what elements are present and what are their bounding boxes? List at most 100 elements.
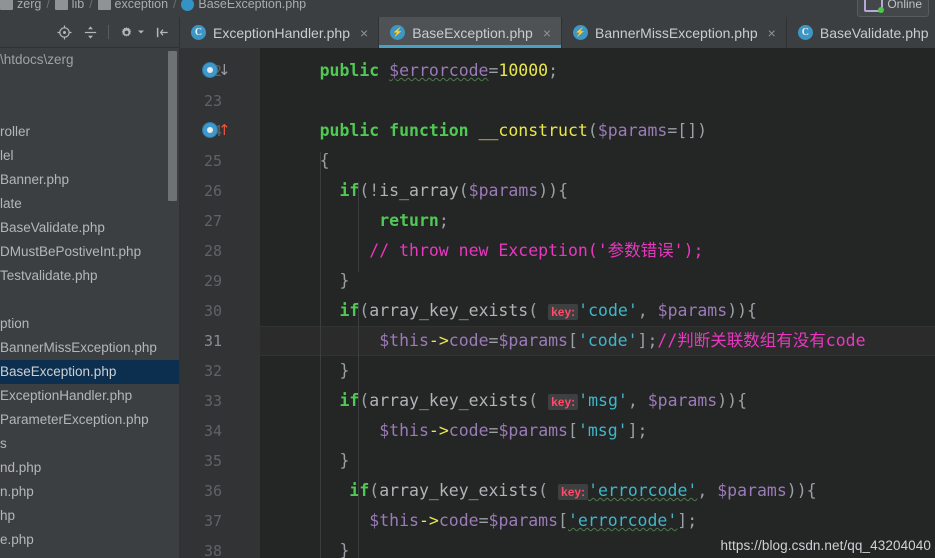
gutter-row[interactable]: 31	[180, 326, 260, 356]
editor-tab[interactable]: C ExceptionHandler.php	[180, 17, 380, 48]
tree-item-label: hp	[0, 508, 16, 523]
code-line[interactable]: $this->code=$params['errorcode'];	[260, 506, 935, 536]
gutter-row[interactable]: 26	[180, 176, 291, 206]
tree-item[interactable]: Banner.php	[0, 168, 180, 192]
breadcrumb-item[interactable]: exception	[97, 0, 169, 11]
tree-item[interactable]: ption	[0, 312, 180, 336]
gutter-row[interactable]	[180, 48, 260, 56]
close-icon[interactable]	[543, 26, 551, 40]
folder-icon	[54, 0, 68, 10]
code-line[interactable]	[260, 86, 935, 116]
code-line[interactable]: public $errorcode=10000;	[260, 56, 935, 86]
gutter-row[interactable]: 24↑	[180, 116, 291, 146]
editor-tab[interactable]: ⚡ BaseException.php	[379, 17, 563, 48]
code-line[interactable]: public function __construct($params=[])	[260, 116, 935, 146]
code-editor[interactable]: 22↓ 23 24↑ 25 26 27 28 29 30 31 32 33 34 35 36 37 38 // …	[180, 48, 935, 558]
gutter-row[interactable]: 30	[180, 296, 291, 326]
chevron-down-icon[interactable]	[137, 24, 145, 41]
collapse-all-icon[interactable]	[82, 24, 99, 41]
tree-item[interactable]: \htdocs\zerg	[0, 48, 180, 72]
code-token: $params	[468, 181, 539, 200]
tree-item[interactable]: Testvalidate.php	[0, 264, 180, 288]
locate-icon[interactable]	[56, 24, 73, 41]
gutter-row[interactable]: 34	[180, 416, 260, 446]
tree-item[interactable]: DMustBePostiveInt.php	[0, 240, 180, 264]
code-token: 'code'	[578, 301, 638, 320]
project-scrollbar-thumb[interactable]	[168, 51, 177, 201]
tree-item[interactable]: n.php	[0, 480, 180, 504]
code-line[interactable]: $this->code=$params['msg'];	[260, 416, 935, 446]
code-line[interactable]: }	[260, 266, 935, 296]
breadcrumb-item[interactable]: zerg	[0, 0, 41, 11]
tree-item[interactable]	[0, 288, 180, 312]
tree-item[interactable]: BannerMissException.php	[0, 336, 180, 360]
hide-panel-icon[interactable]	[154, 24, 171, 41]
gear-icon[interactable]	[118, 24, 135, 41]
code-line[interactable]: if(array_key_exists( key:'errorcode', $p…	[260, 476, 935, 506]
tree-item[interactable]: BaseException.php	[0, 360, 180, 384]
close-icon[interactable]	[360, 26, 368, 40]
code-line[interactable]: return;	[260, 206, 935, 236]
code-line[interactable]: if(!is_array($params)){	[260, 176, 935, 206]
code-line[interactable]: // throw new Exception('参数错误');	[260, 236, 935, 266]
code-content[interactable]: // 入口类的注释 public $errorcode=10000; publi…	[260, 48, 935, 558]
code-line[interactable]: $this->code=$params['code'];//判断关联数组有没有c…	[260, 326, 935, 356]
tree-item[interactable]: lel	[0, 144, 180, 168]
tree-item[interactable]: ParameterException.php	[0, 408, 180, 432]
tree-item[interactable]	[0, 72, 180, 96]
gutter-row[interactable]: 35	[180, 446, 291, 476]
gutter-row[interactable]: 25	[180, 146, 260, 176]
indent-guide	[358, 302, 359, 392]
tree-item[interactable]: BaseValidate.php	[0, 216, 180, 240]
project-tree[interactable]: \htdocs\zerg roller lel Banner.php late BaseV…	[0, 48, 180, 558]
code-line[interactable]: if(array_key_exists( key:'msg', $params)…	[260, 386, 935, 416]
gutter-row[interactable]: 38	[180, 536, 291, 558]
editor-gutter[interactable]: 22↓ 23 24↑ 25 26 27 28 29 30 31 32 33 34 35 36 37 38	[180, 48, 291, 558]
code-token: $this	[379, 331, 429, 350]
code-line[interactable]: }	[260, 356, 935, 386]
gutter-row[interactable]: 27	[180, 206, 260, 236]
code-token: }	[260, 451, 350, 470]
breadcrumb-item-label: exception	[114, 0, 169, 11]
gutter-row[interactable]: 32	[180, 356, 291, 386]
code-line[interactable]: // 入口类的注释	[260, 48, 935, 56]
folder-icon	[97, 0, 111, 10]
editor-tab[interactable]: ⚡ BannerMissException.php	[562, 17, 787, 48]
breadcrumb-item[interactable]: lib	[54, 0, 84, 11]
tree-item[interactable]: late	[0, 192, 180, 216]
code-token: =	[488, 331, 499, 350]
gutter-row[interactable]: 29	[180, 266, 291, 296]
tree-item[interactable]: hp	[0, 504, 180, 528]
gutter-row[interactable]: 22↓	[180, 56, 260, 86]
tree-item[interactable]: roller	[0, 120, 180, 144]
tree-item[interactable]: e.php	[0, 528, 180, 552]
code-line[interactable]: {	[260, 146, 935, 176]
code-token: (	[458, 181, 469, 200]
tree-item[interactable]: ExceptionHandler.php	[0, 384, 180, 408]
tree-item[interactable]: nd.php	[0, 456, 180, 480]
status-badge[interactable]: Online	[857, 0, 929, 17]
code-line[interactable]: if(array_key_exists( key:'code', $params…	[260, 296, 935, 326]
gutter-row[interactable]: 28	[180, 236, 260, 266]
implement-method-icon[interactable]: ↓	[202, 62, 231, 79]
tree-item[interactable]: s	[0, 432, 180, 456]
code-token: return	[379, 211, 439, 230]
close-icon[interactable]	[768, 26, 776, 40]
gutter-row[interactable]: 33	[180, 386, 291, 416]
code-token: 'code'	[577, 331, 638, 350]
editor-tab[interactable]: C BaseValidate.php	[787, 17, 935, 48]
tree-item-label: DMustBePostiveInt.php	[0, 244, 142, 259]
code-token: ->	[428, 331, 449, 350]
code-token: (	[587, 121, 598, 140]
tree-item[interactable]	[0, 96, 180, 120]
override-method-icon[interactable]: ↑	[202, 122, 231, 139]
code-line[interactable]: }	[260, 446, 935, 476]
breadcrumb-separator: /	[89, 0, 93, 11]
breadcrumb-item[interactable]: BaseException.php	[181, 0, 306, 11]
gutter-row[interactable]: 36	[180, 476, 291, 506]
code-token: =	[478, 511, 489, 530]
code-token: public	[319, 61, 380, 80]
gutter-row[interactable]: 23	[180, 86, 260, 116]
gutter-row[interactable]: 37	[180, 506, 260, 536]
